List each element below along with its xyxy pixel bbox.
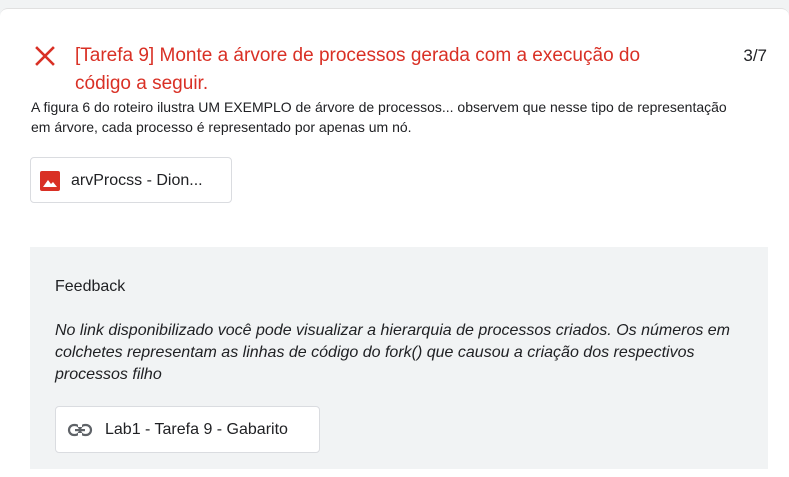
feedback-panel: Feedback No link disponibilizado você po… [30, 247, 768, 469]
attachment-label: arvProcss - Dion... [71, 172, 203, 189]
image-icon [40, 171, 60, 191]
feedback-link-label: Lab1 - Tarefa 9 - Gabarito [105, 421, 288, 438]
feedback-link-chip[interactable]: Lab1 - Tarefa 9 - Gabarito [55, 406, 320, 453]
link-icon [67, 423, 93, 437]
question-title: [Tarefa 9] Monte a árvore de processos g… [75, 45, 641, 94]
attachment-chip[interactable]: arvProcss - Dion... [30, 157, 232, 203]
close-icon [35, 46, 55, 66]
feedback-text: No link disponibilizado você pode visual… [55, 322, 731, 383]
question-points: 3/7 [743, 46, 767, 65]
question-description: A figura 6 do roteiro ilustra UM EXEMPLO… [31, 99, 727, 135]
feedback-heading: Feedback [55, 278, 126, 295]
